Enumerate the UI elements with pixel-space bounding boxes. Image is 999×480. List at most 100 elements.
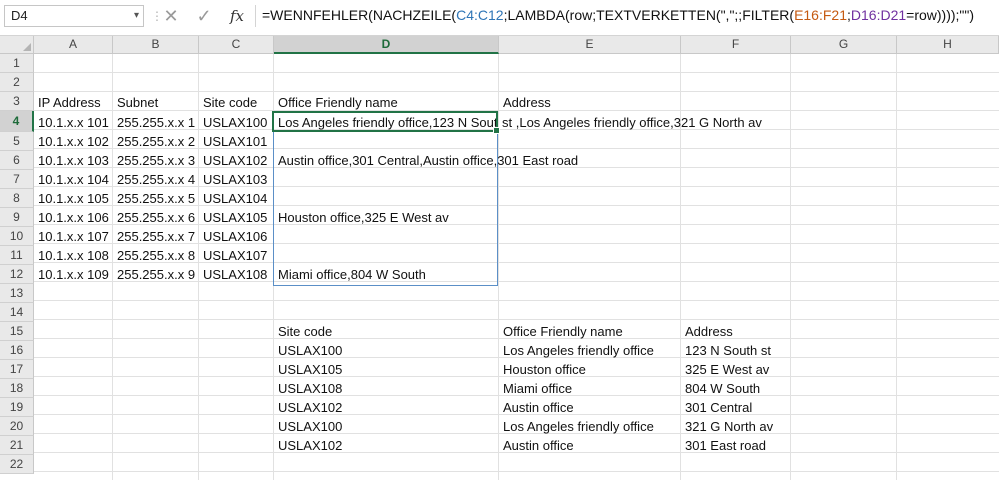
insert-function-icon[interactable]: fx [226,5,248,27]
cell-e17[interactable]: Houston office [499,360,586,379]
row-header-5[interactable]: 5 [0,132,34,151]
formula-input[interactable]: =WENNFEHLER(NACHZEILE(C4:C12;LAMBDA(row;… [255,5,999,27]
cell-d18[interactable]: USLAX108 [274,379,342,398]
chevron-down-icon[interactable]: ▾ [134,6,139,26]
cell-d6[interactable]: Austin office,301 Central,Austin office,… [274,151,578,170]
row-header-21[interactable]: 21 [0,436,34,455]
formula-part-2: ;LAMBDA(row;TEXTVERKETTEN(",";;FILTER( [503,7,795,23]
cell-c11[interactable]: USLAX107 [199,246,267,265]
row-header-16[interactable]: 16 [0,341,34,360]
column-header-b[interactable]: B [113,36,199,54]
cell-f16[interactable]: 123 N South st [681,341,771,360]
column-header-h[interactable]: H [897,36,999,54]
row-header-7[interactable]: 7 [0,170,34,189]
check-icon[interactable]: ✓ [193,5,215,27]
cell-b11[interactable]: 255.255.x.x 8 [113,246,195,265]
cell-b6[interactable]: 255.255.x.x 3 [113,151,195,170]
cell-a9[interactable]: 10.1.x.x 106 [34,208,109,227]
cell-a10[interactable]: 10.1.x.x 107 [34,227,109,246]
cell-d21[interactable]: USLAX102 [274,436,342,455]
cell-c10[interactable]: USLAX106 [199,227,267,246]
cell-a12[interactable]: 10.1.x.x 109 [34,265,109,284]
cell-a3[interactable]: IP Address [34,93,101,112]
cell-c4[interactable]: USLAX100 [199,113,267,132]
cell-f15[interactable]: Address [681,322,733,341]
cell-f18[interactable]: 804 W South [681,379,760,398]
cell-f19[interactable]: 301 Central [681,398,752,417]
fx-label: fx [229,7,244,25]
row-header-18[interactable]: 18 [0,379,34,398]
cell-b8[interactable]: 255.255.x.x 5 [113,189,195,208]
cell-c9[interactable]: USLAX105 [199,208,267,227]
row-header-8[interactable]: 8 [0,189,34,208]
column-header-g[interactable]: G [791,36,897,54]
cell-f21[interactable]: 301 East road [681,436,766,455]
row-header-14[interactable]: 14 [0,303,34,322]
cell-c5[interactable]: USLAX101 [199,132,267,151]
cell-b4[interactable]: 255.255.x.x 1 [113,113,195,132]
cell-a5[interactable]: 10.1.x.x 102 [34,132,109,151]
row-header-17[interactable]: 17 [0,360,34,379]
cell-a11[interactable]: 10.1.x.x 108 [34,246,109,265]
close-icon[interactable]: ✕ [160,5,182,27]
row-header-9[interactable]: 9 [0,208,34,227]
cell-a4[interactable]: 10.1.x.x 101 [34,113,109,132]
cell-f17[interactable]: 325 E West av [681,360,769,379]
cell-b12[interactable]: 255.255.x.x 9 [113,265,195,284]
cell-e15[interactable]: Office Friendly name [499,322,623,341]
cell-d9[interactable]: Houston office,325 E West av [274,208,449,227]
row-header-6[interactable]: 6 [0,151,34,170]
cell-e18[interactable]: Miami office [499,379,572,398]
row-header-11[interactable]: 11 [0,246,34,265]
column-header-a[interactable]: A [34,36,113,54]
cell-e20[interactable]: Los Angeles friendly office [499,417,654,436]
row-header-10[interactable]: 10 [0,227,34,246]
formula-part-1: =WENNFEHLER(NACHZEILE( [262,7,457,23]
formula-ref-d16-d21: D16:D21 [850,7,907,23]
row-header-12[interactable]: 12 [0,265,34,284]
row-header-22[interactable]: 22 [0,455,34,474]
cell-d3[interactable]: Office Friendly name [274,93,398,112]
row-header-15[interactable]: 15 [0,322,34,341]
column-header-c[interactable]: C [199,36,274,54]
cell-e19[interactable]: Austin office [499,398,574,417]
cell-b10[interactable]: 255.255.x.x 7 [113,227,195,246]
cell-d19[interactable]: USLAX102 [274,398,342,417]
cell-a7[interactable]: 10.1.x.x 104 [34,170,109,189]
row-header-3[interactable]: 3 [0,92,34,111]
row-header-13[interactable]: 13 [0,284,34,303]
cell-d17[interactable]: USLAX105 [274,360,342,379]
formula-bar-grip-icon[interactable]: ⋮ [151,8,163,24]
row-header-4[interactable]: 4 [0,111,34,132]
cell-f20[interactable]: 321 G North av [681,417,773,436]
cell-a8[interactable]: 10.1.x.x 105 [34,189,109,208]
cell-b9[interactable]: 255.255.x.x 6 [113,208,195,227]
row-header-1[interactable]: 1 [0,54,34,73]
cell-b7[interactable]: 255.255.x.x 4 [113,170,195,189]
cell-e16[interactable]: Los Angeles friendly office [499,341,654,360]
cell-e3[interactable]: Address [499,93,551,112]
row-header-20[interactable]: 20 [0,417,34,436]
active-cell-d4[interactable] [272,111,500,134]
cell-d15[interactable]: Site code [274,322,332,341]
cell-c6[interactable]: USLAX102 [199,151,267,170]
row-header-2[interactable]: 2 [0,73,34,92]
select-all-corner[interactable] [0,36,34,54]
cell-c8[interactable]: USLAX104 [199,189,267,208]
cell-d4-overflow: st ,Los Angeles friendly office,321 G No… [502,115,762,130]
cell-d12[interactable]: Miami office,804 W South [274,265,426,284]
cell-c7[interactable]: USLAX103 [199,170,267,189]
cell-b5[interactable]: 255.255.x.x 2 [113,132,195,151]
cell-d16[interactable]: USLAX100 [274,341,342,360]
cell-e21[interactable]: Austin office [499,436,574,455]
row-header-19[interactable]: 19 [0,398,34,417]
cell-d20[interactable]: USLAX100 [274,417,342,436]
column-header-d[interactable]: D [274,36,499,54]
cell-b3[interactable]: Subnet [113,93,158,112]
cell-a6[interactable]: 10.1.x.x 103 [34,151,109,170]
cell-c3[interactable]: Site code [199,93,257,112]
name-box[interactable]: D4 ▾ [4,5,144,27]
column-header-f[interactable]: F [681,36,791,54]
cell-c12[interactable]: USLAX108 [199,265,267,284]
column-header-e[interactable]: E [499,36,681,54]
